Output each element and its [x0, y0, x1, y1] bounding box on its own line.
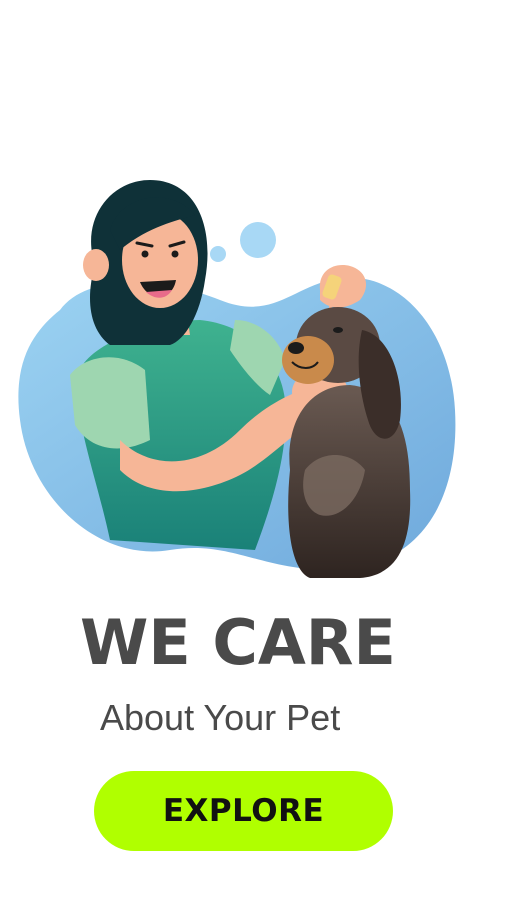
subheadline: About Your Pet — [100, 697, 341, 738]
bubble-large — [240, 222, 276, 258]
pet-care-illustration — [18, 180, 456, 578]
explore-button[interactable]: EXPLORE — [94, 771, 393, 851]
app-screen: WE CARE About Your Pet EXPLORE — [0, 0, 525, 923]
bubble-small — [210, 246, 226, 262]
headline: WE CARE — [80, 606, 396, 679]
